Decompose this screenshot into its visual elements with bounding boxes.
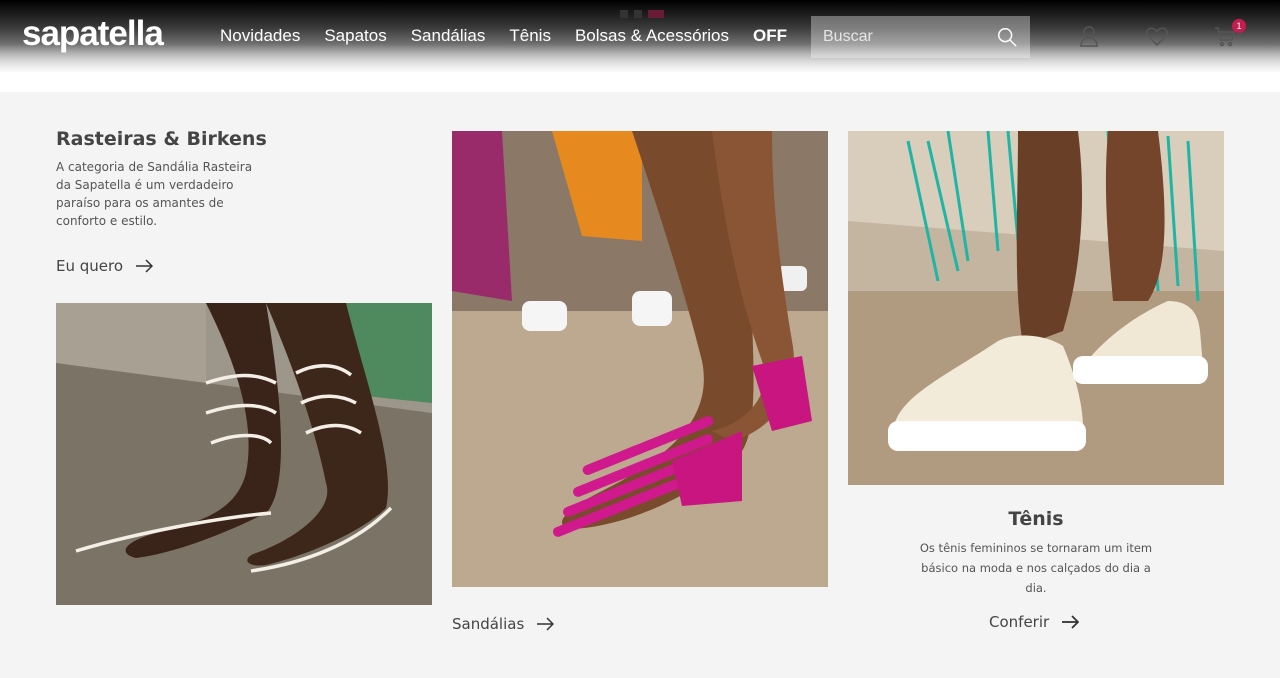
conferir-link[interactable]: Conferir — [989, 613, 1080, 631]
promo-description: A categoria de Sandália Rasteira da Sapa… — [56, 160, 253, 228]
arrow-right-icon — [1062, 615, 1080, 629]
arrow-right-icon — [136, 259, 154, 273]
brand-logo[interactable]: sapatella — [22, 14, 164, 54]
main-nav: Novidades Sapatos Sandálias Tênis Bolsas… — [220, 26, 811, 46]
promo-title: Rasteiras & Birkens — [56, 128, 267, 150]
arrow-right-icon — [537, 617, 555, 631]
nav-sandalias[interactable]: Sandálias — [411, 26, 486, 46]
slider-dot[interactable] — [620, 10, 628, 18]
sandalias-link[interactable]: Sandálias — [452, 615, 555, 633]
nav-novidades[interactable]: Novidades — [220, 26, 300, 46]
search-input[interactable] — [823, 28, 983, 46]
slider-dot[interactable] — [634, 10, 642, 18]
tenis-description: Os tênis femininos se tornaram um item b… — [919, 541, 1153, 595]
sandalias-label: Sandálias — [452, 615, 525, 633]
search-icon[interactable] — [996, 26, 1018, 48]
nav-tenis[interactable]: Tênis — [509, 26, 551, 46]
heart-icon[interactable] — [1145, 24, 1169, 48]
slider-dots — [620, 10, 664, 18]
header-fade — [0, 44, 1280, 74]
header-strip — [0, 72, 1280, 92]
tenis-image[interactable] — [848, 131, 1224, 485]
eu-quero-label: Eu quero — [56, 257, 124, 275]
eu-quero-link[interactable]: Eu quero — [56, 257, 154, 275]
tenis-title: Tênis — [1008, 508, 1064, 530]
nav-bolsas-acessorios[interactable]: Bolsas & Acessórios — [575, 26, 729, 46]
slider-dot-active[interactable] — [648, 10, 664, 18]
nav-off[interactable]: OFF — [753, 26, 787, 46]
nav-sapatos[interactable]: Sapatos — [324, 26, 386, 46]
search-box — [811, 16, 1030, 58]
cart-count-badge: 1 — [1232, 19, 1246, 33]
user-icon[interactable] — [1077, 24, 1101, 48]
conferir-label: Conferir — [989, 613, 1050, 631]
sandalias-image[interactable] — [452, 131, 828, 587]
rasteiras-image[interactable] — [56, 303, 432, 605]
